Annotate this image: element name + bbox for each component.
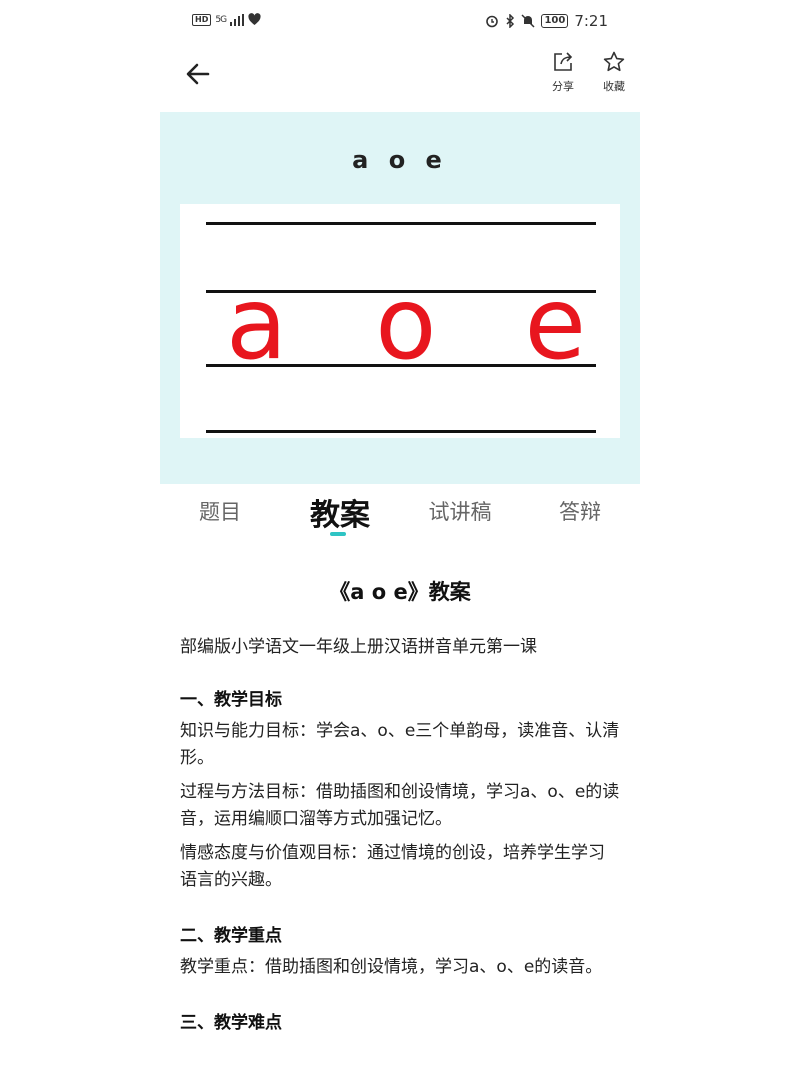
paragraph: 过程与方法目标：借助插图和创设情境，学习a、o、e的读音，运用编顺口溜等方式加强… — [180, 782, 620, 829]
writing-line — [206, 222, 596, 225]
active-tab-indicator — [330, 532, 346, 536]
pinyin-letters: a o e — [226, 274, 586, 374]
signal-bars-icon — [230, 13, 245, 26]
alarm-icon — [486, 15, 499, 28]
favorite-label: 收藏 — [603, 80, 625, 93]
pinyin-letter-o: o — [375, 265, 437, 382]
document-title: 《a o e》教案 — [329, 580, 471, 604]
writing-line — [206, 430, 596, 433]
share-button[interactable]: 分享 — [543, 50, 583, 94]
battery-indicator: 100 — [541, 14, 569, 28]
cover-title: a o e — [352, 146, 448, 174]
tab-lesson-plan[interactable]: 教案 — [290, 490, 390, 534]
mute-bell-icon — [521, 14, 535, 28]
share-label: 分享 — [552, 80, 574, 93]
pinyin-writing-card: a o e — [180, 204, 620, 438]
bluetooth-icon — [506, 14, 515, 28]
lesson-cover: a o e a o e — [160, 112, 640, 484]
section-heading: 三、教学难点 — [180, 1013, 282, 1033]
document-subtitle: 部编版小学语文一年级上册汉语拼音单元第一课 — [180, 637, 537, 657]
status-bar: HD 5G 100 7:21 — [160, 10, 640, 34]
tab-lecture-script[interactable]: 试讲稿 — [410, 496, 510, 526]
signal-label: 5G — [215, 14, 227, 25]
tab-defense[interactable]: 答辩 — [530, 496, 630, 526]
favorite-button[interactable]: 收藏 — [594, 50, 634, 94]
app-header: 分享 收藏 — [160, 44, 640, 104]
lesson-plan-content: 《a o e》教案 部编版小学语文一年级上册汉语拼音单元第一课 一、教学目标 知… — [180, 568, 620, 1041]
section-heading: 一、教学目标 — [180, 690, 282, 710]
pinyin-letter-e: e — [524, 265, 586, 382]
paragraph: 情感态度与价值观目标：通过情境的创设，培养学生学习语言的兴趣。 — [180, 843, 605, 890]
back-arrow-icon[interactable] — [184, 60, 212, 88]
clock: 7:21 — [574, 12, 608, 30]
paragraph: 知识与能力目标：学会a、o、e三个单韵母，读准音、认清形。 — [180, 721, 620, 768]
star-icon — [603, 51, 625, 72]
section-heading: 二、教学重点 — [180, 926, 282, 946]
shield-heart-icon — [248, 13, 261, 25]
hd-badge: HD — [192, 13, 212, 26]
share-icon — [554, 52, 573, 71]
phone-screen: HD 5G 100 7:21 分享 收藏 a o e a o e 题目 教案 试… — [160, 0, 640, 1067]
tab-questions[interactable]: 题目 — [170, 496, 270, 526]
pinyin-letter-a: a — [226, 265, 288, 382]
paragraph: 教学重点：借助插图和创设情境，学习a、o、e的读音。 — [180, 957, 603, 977]
tab-bar: 题目 教案 试讲稿 答辩 — [160, 484, 640, 544]
